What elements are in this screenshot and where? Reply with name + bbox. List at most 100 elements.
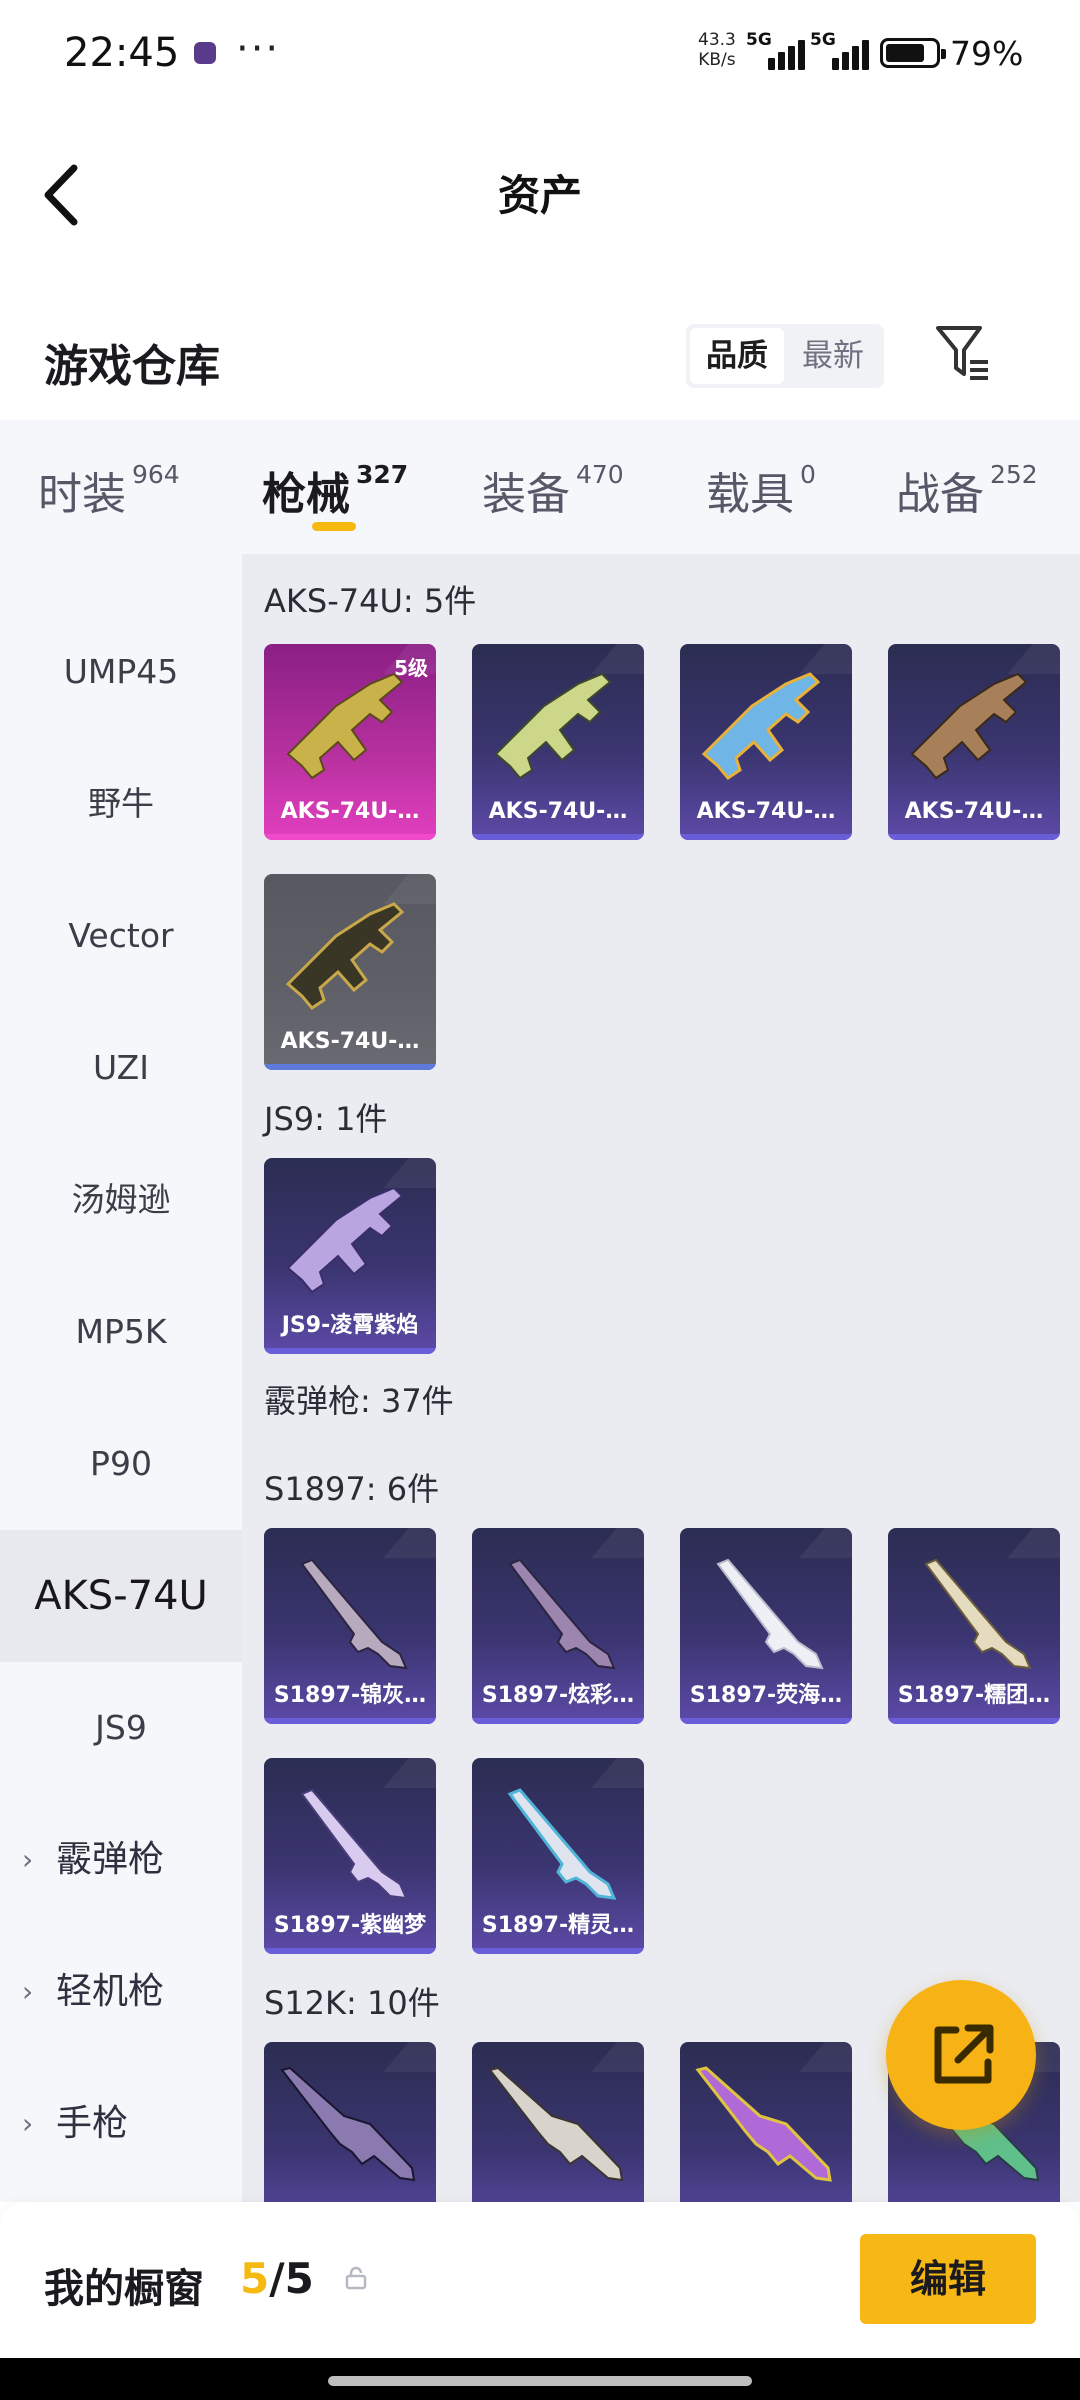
tab-count: 252	[990, 460, 1038, 489]
tab-count: 0	[800, 460, 816, 489]
chevron-right-icon: ›	[22, 1843, 34, 1876]
lock-icon	[344, 2266, 368, 2290]
item-card[interactable]: JS9-凌霄紫焰	[264, 1158, 436, 1354]
gun-image	[281, 2067, 415, 2181]
item-card[interactable]: AKS-74U-…	[264, 874, 436, 1070]
item-card[interactable]: S1897-糯团…	[888, 1528, 1060, 1724]
item-name: S1897-精灵…	[481, 1913, 635, 1938]
gun-image	[287, 1187, 403, 1293]
status-bar: 22:45 ··· 43.3 KB/s 5G 5G 79%	[0, 0, 1080, 110]
gun-image	[911, 673, 1027, 779]
sidebar-item-ump45[interactable]: UMP45	[0, 606, 242, 738]
item-card[interactable]	[264, 2042, 436, 2202]
chevron-right-icon: ›	[22, 1975, 34, 2008]
item-card[interactable]: S1897-荧海…	[680, 1528, 852, 1724]
more-notifications-icon: ···	[236, 26, 281, 72]
filter-icon[interactable]	[934, 324, 992, 384]
sidebar-item-thompson[interactable]: 汤姆逊	[0, 1134, 242, 1266]
sort-quality-button[interactable]: 品质	[690, 328, 784, 384]
battery-icon	[880, 38, 946, 68]
item-name: AKS-74U-…	[488, 799, 628, 824]
gun-image	[717, 1559, 823, 1669]
item-name: AKS-74U-…	[280, 1029, 420, 1054]
gun-image	[301, 1559, 407, 1669]
item-card[interactable]: 5级 AKS-74U-…	[264, 644, 436, 840]
gun-image	[495, 673, 611, 779]
item-name: AKS-74U-…	[696, 799, 836, 824]
sort-toggle: 品质 最新	[686, 324, 884, 388]
gun-image	[286, 902, 404, 1010]
showcase-bar: 我的橱窗 5/5 编辑	[0, 2202, 1080, 2358]
share-button[interactable]	[886, 1980, 1036, 2130]
tab-label: 战备	[896, 469, 984, 520]
gun-image	[489, 2067, 623, 2181]
network-speed-unit: KB/s	[698, 50, 736, 70]
section-title: S1897: 6件	[264, 1470, 440, 1508]
sidebar-group-label: 轻机枪	[56, 1971, 165, 2012]
item-name: AKS-74U-…	[904, 799, 1044, 824]
showcase-total: 5	[284, 2254, 314, 2303]
showcase-separator: /	[269, 2254, 285, 2303]
sidebar-item-aks74u[interactable]: AKS-74U	[0, 1530, 242, 1662]
item-card[interactable]: AKS-74U-…	[472, 644, 644, 840]
item-card[interactable]	[680, 2042, 852, 2202]
item-card[interactable]: S1897-锦灰…	[264, 1528, 436, 1724]
edit-button[interactable]: 编辑	[860, 2234, 1036, 2324]
item-name: S1897-糯团…	[897, 1683, 1051, 1708]
section-title: JS9: 1件	[264, 1100, 388, 1138]
page-title: 资产	[497, 171, 582, 220]
network-speed-value: 43.3	[698, 30, 736, 50]
section-title: 霰弹枪: 37件	[264, 1382, 454, 1420]
nav-bar: 资产	[0, 110, 1080, 270]
gun-image	[301, 1789, 407, 1899]
gun-image	[702, 672, 820, 780]
sidebar-group-lmg[interactable]: › 轻机枪	[0, 1926, 242, 2058]
sidebar-group-shotgun[interactable]: › 霰弹枪	[0, 1794, 242, 1926]
share-external-icon	[934, 2024, 994, 2084]
sidebar-group-label: 霰弹枪	[56, 1839, 165, 1880]
sort-newest-button[interactable]: 最新	[786, 328, 880, 384]
warehouse-header: 游戏仓库 品质 最新	[0, 290, 1080, 420]
tab-firearms[interactable]: 枪械 327	[262, 458, 408, 522]
item-card[interactable]: S1897-炫彩…	[472, 1528, 644, 1724]
sidebar-group-label: 手枪	[56, 2103, 129, 2144]
sidebar-item-bison[interactable]: 野牛	[0, 738, 242, 870]
item-name: S1897-荧海…	[689, 1683, 843, 1708]
network-speed: 43.3 KB/s	[698, 30, 736, 70]
item-name: JS9-凌霄紫焰	[281, 1313, 419, 1338]
active-tab-indicator	[312, 522, 356, 531]
chevron-right-icon: ›	[22, 2107, 34, 2140]
sidebar-item-vector[interactable]: Vector	[0, 870, 242, 1002]
home-indicator[interactable]	[328, 2376, 752, 2386]
gun-image	[925, 1559, 1031, 1669]
signal-type: 5G	[746, 30, 772, 50]
tab-fashion[interactable]: 时装 964	[38, 458, 180, 522]
item-card[interactable]: S1897-紫幽梦	[264, 1758, 436, 1954]
sidebar-item-js9[interactable]: JS9	[0, 1662, 242, 1794]
item-card[interactable]: AKS-74U-…	[680, 644, 852, 840]
item-card[interactable]	[472, 2042, 644, 2202]
showcase-count: 5/5	[240, 2254, 314, 2303]
item-card[interactable]: AKS-74U-…	[888, 644, 1060, 840]
battery-percent: 79%	[950, 34, 1024, 73]
sidebar-item-mp7[interactable]: MP7-G	[0, 554, 242, 606]
sidebar-item-p90[interactable]: P90	[0, 1398, 242, 1530]
sidebar-item-uzi[interactable]: UZI	[0, 1002, 242, 1134]
gun-image	[696, 2066, 832, 2182]
tab-supplies[interactable]: 战备 252	[896, 458, 1038, 522]
gun-image	[287, 673, 403, 779]
signal-icon: 5G	[746, 30, 812, 70]
sidebar-item-mp5k[interactable]: MP5K	[0, 1266, 242, 1398]
category-tabs: 时装 964 枪械 327 装备 470 载具 0 战备 252	[0, 420, 1080, 554]
warehouse-title: 游戏仓库	[44, 341, 220, 392]
app-notification-icon	[194, 42, 216, 64]
section-title: S12K: 10件	[264, 1984, 440, 2022]
gun-image	[508, 1788, 616, 1900]
tab-label: 载具	[706, 469, 794, 520]
tab-equipment[interactable]: 装备 470	[482, 458, 624, 522]
battery-level	[886, 44, 924, 62]
sidebar-group-pistol[interactable]: › 手枪	[0, 2058, 242, 2190]
tab-vehicles[interactable]: 载具 0	[706, 458, 816, 522]
tab-label: 装备	[482, 469, 570, 520]
item-card[interactable]: S1897-精灵…	[472, 1758, 644, 1954]
